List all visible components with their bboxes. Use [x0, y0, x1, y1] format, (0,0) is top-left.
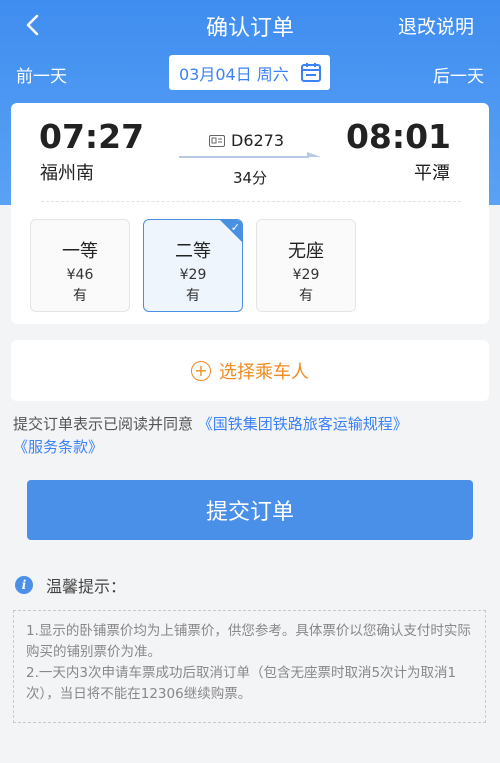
transport-rules-link[interactable]: 《国铁集团铁路旅客运输规程》: [198, 415, 408, 433]
tip-line-2: 2.一天内3次申请车票成功后取消订单（包含无座票时取消5次计为取消1次），当日将…: [26, 665, 457, 702]
seat-availability: 有: [73, 288, 87, 304]
seat-option-second-class[interactable]: ✓ 二等 ¥29 有: [143, 219, 243, 312]
train-info-card: 07:27 福州南 D6273 34分 08:01 平潭 一等 ¥46 有 ✓ …: [11, 103, 489, 324]
calendar-icon: [301, 63, 321, 82]
id-card-icon: [209, 134, 225, 147]
seat-option-first-class[interactable]: 一等 ¥46 有: [30, 219, 130, 312]
date-label: 03月04日 周六: [179, 64, 289, 84]
date-picker[interactable]: 03月04日 周六: [169, 55, 330, 90]
divider: [41, 201, 461, 202]
seat-availability: 有: [299, 288, 313, 304]
seat-price: ¥46: [66, 267, 94, 283]
info-icon: i: [15, 576, 33, 594]
service-terms-link[interactable]: 《服务条款》: [13, 438, 103, 456]
train-number-label: D6273: [231, 131, 285, 150]
agreement-prefix: 提交订单表示已阅读并同意: [13, 415, 194, 433]
prev-day-button[interactable]: 前一天: [16, 62, 67, 87]
train-number[interactable]: D6273: [209, 131, 284, 150]
seat-price: ¥29: [179, 267, 207, 283]
seat-option-no-seat[interactable]: 无座 ¥29 有: [256, 219, 356, 312]
check-icon: ✓: [230, 221, 240, 234]
seat-availability: 有: [186, 288, 200, 304]
tip-line-1: 1.显示的卧铺票价均为上铺票价，供您参考。具体票价以您确认支付时实际购买的铺别票…: [26, 623, 471, 660]
tips-box: 1.显示的卧铺票价均为上铺票价，供您参考。具体票价以您确认支付时实际购买的铺别票…: [13, 610, 486, 723]
tips-header: i 温馨提示：: [15, 573, 126, 597]
arrival-station: 平潭: [414, 163, 450, 184]
refund-rules-link[interactable]: 退改说明: [398, 12, 474, 39]
select-passenger-button[interactable]: + 选择乘车人: [11, 340, 489, 401]
route-arrow-icon: [179, 152, 321, 158]
seat-price: ¥29: [292, 267, 320, 283]
add-circle-icon: +: [191, 360, 211, 381]
select-passenger-label: 选择乘车人: [219, 361, 309, 383]
arrival-time: 08:01: [345, 117, 451, 156]
seat-name: 无座: [288, 241, 324, 262]
next-day-button[interactable]: 后一天: [433, 62, 484, 87]
seat-name: 一等: [62, 241, 98, 262]
tips-title: 温馨提示：: [46, 577, 127, 596]
departure-time: 07:27: [39, 117, 145, 156]
agreement-text: 提交订单表示已阅读并同意 《国铁集团铁路旅客运输规程》《服务条款》: [13, 413, 489, 459]
submit-order-button[interactable]: 提交订单: [27, 480, 473, 540]
